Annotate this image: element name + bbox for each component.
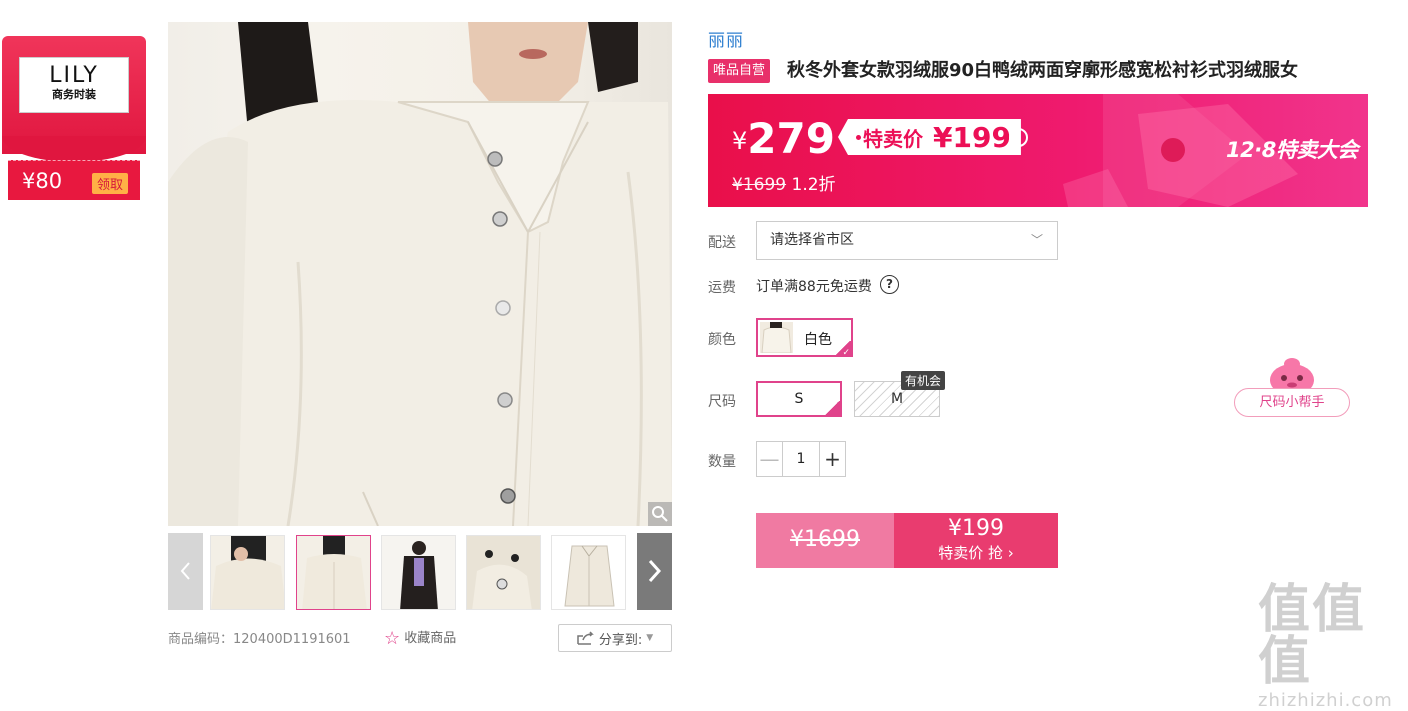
discount-rate: 1.2折 — [791, 175, 836, 195]
price-banner: ¥279 特卖价 ¥199 i ¥1699 1.2折 12·8特卖大会 — [708, 94, 1368, 207]
thumbnail-image — [552, 536, 625, 609]
info-icon[interactable]: i — [1009, 128, 1028, 147]
watermark-logo: 值值值 — [1258, 580, 1367, 692]
chevron-left-icon — [180, 562, 190, 580]
chance-tooltip: 有机会 — [901, 371, 946, 390]
color-option-white[interactable]: 白色 ✓ — [756, 318, 853, 358]
quantity-label: 数量 — [708, 454, 736, 470]
quantity-stepper: — 1 + — [756, 441, 846, 477]
share-icon — [577, 631, 594, 645]
special-price-tag: 特卖价 ¥199 — [838, 119, 1021, 155]
share-button[interactable]: 分享到: ▼ — [558, 624, 672, 652]
caret-down-icon: ▼ — [646, 633, 654, 643]
thumbnail-next-button[interactable] — [637, 533, 672, 610]
thumbnail-1[interactable] — [210, 535, 285, 610]
chevron-down-icon: ﹀ — [1030, 233, 1043, 247]
thumbnail-prev-button[interactable] — [168, 533, 203, 610]
size-label: 尺码 — [708, 394, 736, 410]
thumbnail-5[interactable] — [551, 535, 626, 610]
main-product-image[interactable] — [168, 22, 672, 526]
color-option-label: 白色 — [804, 332, 832, 348]
original-price: ¥1699 — [732, 175, 787, 195]
help-icon[interactable]: ? — [880, 275, 899, 294]
brand-logo-name: LILY — [49, 63, 99, 88]
color-swatch-image — [760, 322, 793, 353]
original-price-row: ¥1699 1.2折 — [732, 170, 836, 195]
special-price-value: ¥199 — [933, 120, 1011, 154]
buy-price: ¥199 — [948, 516, 1004, 541]
brand-card-header: LILY 商务时装 — [2, 36, 146, 162]
buy-action-label: 特卖价 抢 › — [938, 544, 1014, 562]
check-icon: ✓ — [824, 397, 840, 415]
product-title: 秋冬外套女款羽绒服90白鸭绒两面穿廓形感宽松衬衫式羽绒服女 — [787, 60, 1299, 81]
freight-label: 运费 — [708, 280, 736, 296]
region-select-value: 请选择省市区 — [770, 232, 854, 248]
coupon-strip: ¥80 领取 — [8, 160, 140, 200]
watermark-text: zhizhizhi.com — [1258, 690, 1393, 711]
thumbnail-image — [297, 536, 370, 609]
delivery-label: 配送 — [708, 235, 736, 251]
size-helper-button[interactable]: 尺码小帮手 — [1234, 388, 1350, 417]
check-icon: ✓ — [835, 341, 851, 358]
special-price-label: 特卖价 — [863, 126, 923, 151]
region-select[interactable]: 请选择省市区 ﹀ — [756, 221, 1058, 260]
zoom-button[interactable] — [648, 502, 672, 526]
coupon-value: ¥80 — [22, 169, 63, 193]
thumbnail-image — [211, 536, 284, 609]
vip-self-operated-badge: 唯品自营 — [708, 59, 771, 83]
quantity-decrease-button[interactable]: — — [757, 442, 783, 476]
buy-original-price-value: ¥1699 — [790, 527, 860, 552]
thumbnail-3[interactable] — [381, 535, 456, 610]
watermark: 值值值 zhizhizhi.com — [1258, 584, 1408, 711]
buy-original-price: ¥1699 — [756, 513, 894, 568]
coat-photo — [168, 22, 672, 526]
sku-label: 商品编码： — [168, 632, 234, 647]
share-label: 分享到: — [598, 632, 643, 648]
sku-code: 120400D1191601 — [233, 632, 351, 647]
size-option-label: M — [890, 391, 904, 407]
buy-now-button[interactable]: ¥199 特卖价 抢 › — [894, 513, 1058, 568]
tag-dot — [856, 134, 861, 140]
size-option-label: S — [794, 391, 804, 407]
quantity-increase-button[interactable]: + — [819, 442, 845, 476]
thumbnail-image — [382, 536, 455, 609]
thumbnail-4[interactable] — [466, 535, 541, 610]
sku-info: 商品编码：120400D1191601 — [168, 628, 351, 647]
yen-symbol: ¥ — [732, 127, 748, 155]
star-icon: ☆ — [384, 628, 401, 649]
brand-coupon-card[interactable]: LILY 商务时装 ¥80 领取 — [2, 36, 146, 202]
thumbnail-image — [467, 536, 540, 609]
current-price: ¥279 — [732, 114, 835, 163]
event-title: 12·8特卖大会 — [1226, 138, 1358, 162]
coupon-claim-button[interactable]: 领取 — [91, 173, 128, 194]
brand-link[interactable]: 丽丽 — [708, 26, 744, 51]
brand-logo: LILY 商务时装 — [19, 57, 129, 113]
magnifier-icon — [652, 506, 668, 522]
favorite-button[interactable]: ☆ 收藏商品 — [384, 627, 456, 649]
freight-text: 订单满88元免运费 — [756, 279, 872, 295]
thumbnail-2[interactable] — [296, 535, 371, 610]
brand-logo-subtitle: 商务时装 — [52, 88, 96, 101]
size-option-s[interactable]: S ✓ — [756, 381, 842, 417]
current-price-value: 279 — [747, 114, 835, 163]
chevron-right-icon — [648, 559, 662, 583]
favorite-label: 收藏商品 — [404, 631, 457, 646]
quantity-input[interactable]: 1 — [783, 442, 819, 476]
color-label: 颜色 — [708, 332, 736, 348]
